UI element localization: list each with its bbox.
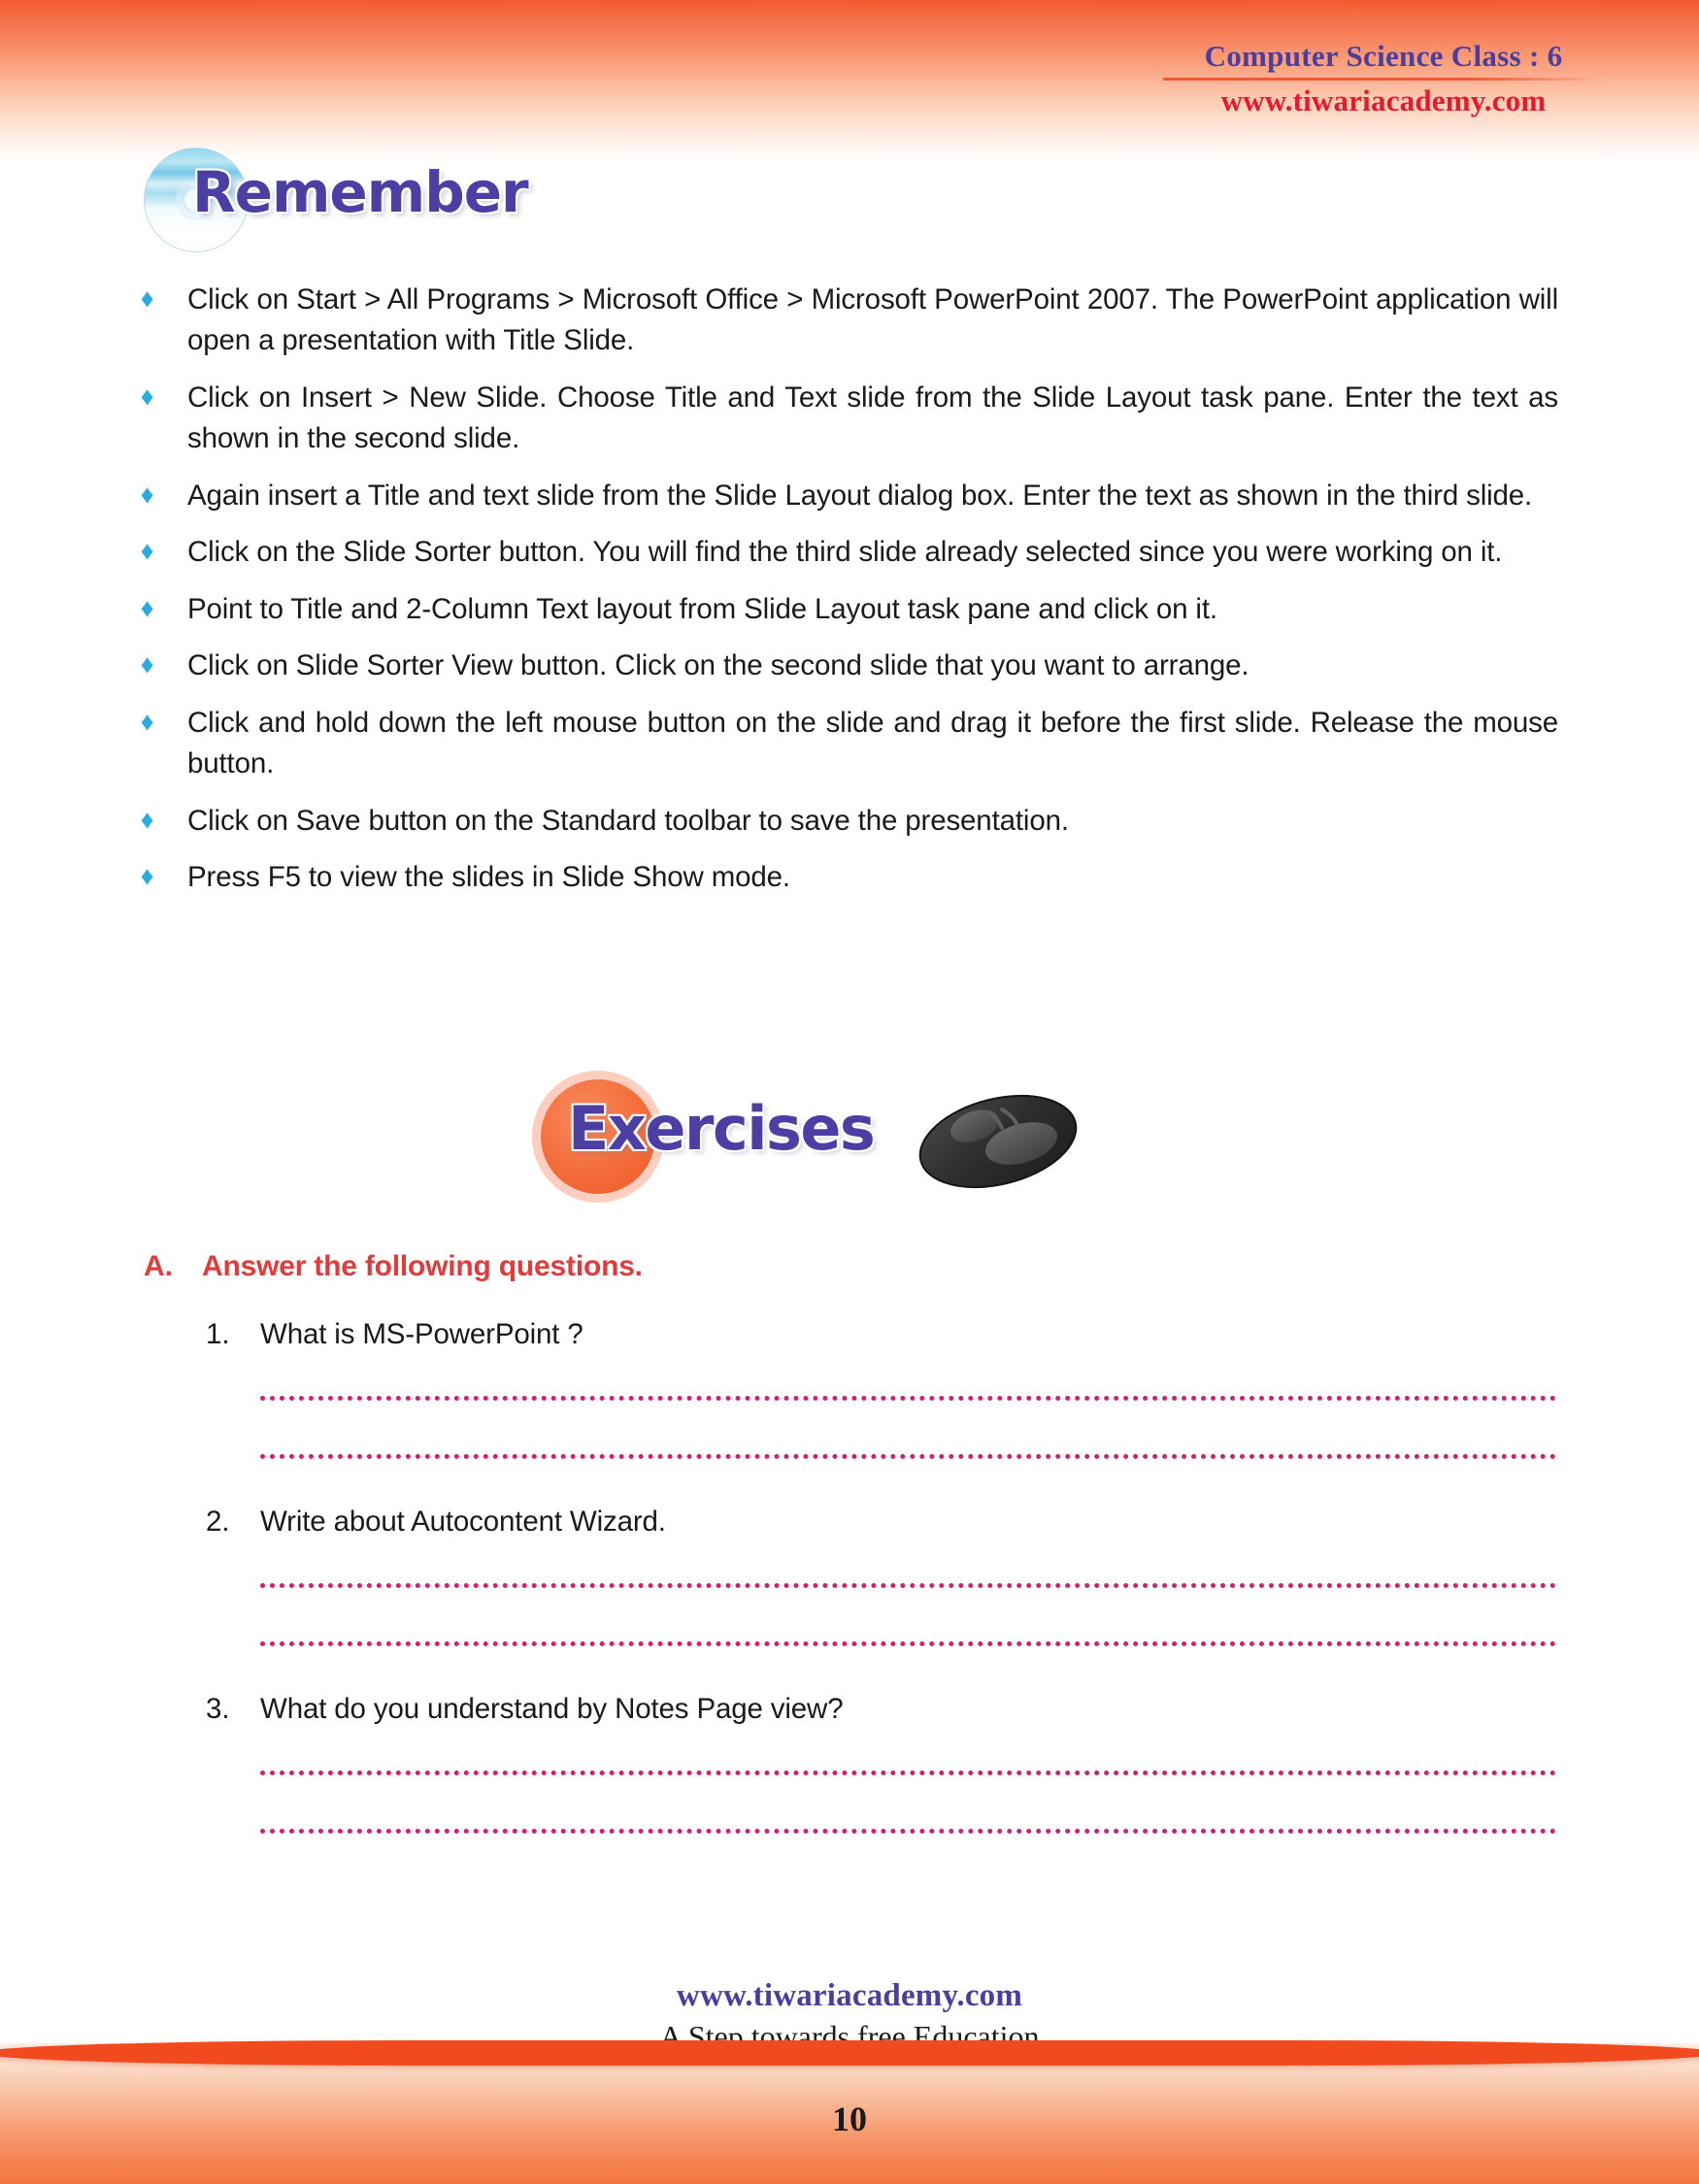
footer-website-url: www.tiwariacademy.com — [676, 1978, 1023, 2013]
list-item-text: Press F5 to view the slides in Slide Sho… — [187, 861, 790, 894]
question-row: 3. What do you understand by Notes Page … — [206, 1693, 1565, 1726]
answer-dotted-line[interactable] — [260, 1770, 1556, 1775]
question-block: 2. Write about Autocontent Wizard. — [206, 1506, 1565, 1646]
diamond-bullet-icon: ♦ — [141, 804, 154, 834]
diamond-bullet-icon: ♦ — [141, 592, 154, 622]
answer-dotted-line[interactable] — [260, 1396, 1556, 1401]
list-item: ♦ Point to Title and 2-Column Text layou… — [141, 589, 1558, 630]
diamond-bullet-icon: ♦ — [141, 283, 154, 313]
page-number: 10 — [832, 2100, 867, 2138]
list-item: ♦ Click on Start > All Programs > Micros… — [141, 280, 1558, 362]
answer-dotted-line[interactable] — [260, 1829, 1556, 1834]
list-item-text: Point to Title and 2-Column Text layout … — [187, 592, 1217, 625]
section-title: Answer the following questions. — [202, 1250, 643, 1282]
section-a-heading: A. Answer the following questions. — [144, 1250, 643, 1283]
answer-area[interactable] — [260, 1770, 1556, 1834]
remember-heading: Remember — [136, 148, 553, 256]
header-title: Computer Science Class : 6 — [1204, 39, 1563, 73]
list-item-text: Click on Start > All Programs > Microsof… — [187, 283, 1558, 357]
question-row: 1. What is MS-PowerPoint ? — [206, 1318, 1565, 1351]
list-item-text: Click on Slide Sorter View button. Click… — [187, 649, 1249, 682]
question-number: 1. — [206, 1318, 230, 1350]
answer-area[interactable] — [260, 1583, 1556, 1646]
exercises-heading: Exercises — [529, 1077, 1078, 1199]
list-item: ♦ Again insert a Title and text slide fr… — [141, 476, 1558, 516]
question-block: 1. What is MS-PowerPoint ? — [206, 1318, 1565, 1459]
question-text: Write about Autocontent Wizard. — [260, 1506, 666, 1538]
section-letter: A. — [144, 1250, 173, 1282]
list-item-text: Click on Save button on the Standard too… — [187, 804, 1069, 837]
list-item-text: Again insert a Title and text slide from… — [187, 479, 1533, 512]
exercises-heading-label: Exercises — [568, 1093, 876, 1164]
document-page: Computer Science Class : 6 www.tiwariaca… — [0, 0, 1699, 2184]
bottom-orange-band — [0, 2040, 1699, 2066]
remember-bullet-list: ♦ Click on Start > All Programs > Micros… — [141, 280, 1558, 914]
answer-area[interactable] — [260, 1396, 1556, 1459]
list-item-text: Click on Insert > New Slide. Choose Titl… — [187, 381, 1558, 455]
diamond-bullet-icon: ♦ — [141, 536, 154, 566]
diamond-bullet-icon: ♦ — [141, 479, 154, 509]
list-item: ♦ Click and hold down the left mouse but… — [141, 703, 1558, 785]
diamond-bullet-icon: ♦ — [141, 706, 154, 736]
list-item: ♦ Click on Insert > New Slide. Choose Ti… — [141, 378, 1558, 460]
question-list: 1. What is MS-PowerPoint ? 2. Write abou… — [206, 1318, 1565, 1834]
list-item-text: Click and hold down the left mouse butto… — [187, 706, 1558, 780]
list-item: ♦ Press F5 to view the slides in Slide S… — [141, 857, 1558, 898]
list-item: ♦ Click on Slide Sorter View button. Cli… — [141, 645, 1558, 686]
computer-mouse-icon — [918, 1094, 1078, 1189]
diamond-bullet-icon: ♦ — [141, 381, 154, 411]
remember-heading-label: Remember — [192, 159, 529, 225]
list-item-text: Click on the Slide Sorter button. You wi… — [187, 536, 1503, 569]
list-item: ♦ Click on Save button on the Standard t… — [141, 801, 1558, 842]
diamond-bullet-icon: ♦ — [141, 649, 154, 679]
question-number: 3. — [206, 1693, 230, 1725]
list-item: ♦ Click on the Slide Sorter button. You … — [141, 532, 1558, 573]
header-divider — [1163, 77, 1604, 81]
question-block: 3. What do you understand by Notes Page … — [206, 1693, 1565, 1834]
answer-dotted-line[interactable] — [260, 1583, 1556, 1588]
header-website-url: www.tiwariacademy.com — [1220, 83, 1547, 117]
diamond-bullet-icon: ♦ — [141, 861, 154, 891]
question-text: What do you understand by Notes Page vie… — [260, 1693, 844, 1725]
page-header: Computer Science Class : 6 www.tiwariaca… — [1155, 39, 1612, 118]
question-text: What is MS-PowerPoint ? — [260, 1318, 583, 1350]
question-row: 2. Write about Autocontent Wizard. — [206, 1506, 1565, 1539]
question-number: 2. — [206, 1506, 230, 1538]
